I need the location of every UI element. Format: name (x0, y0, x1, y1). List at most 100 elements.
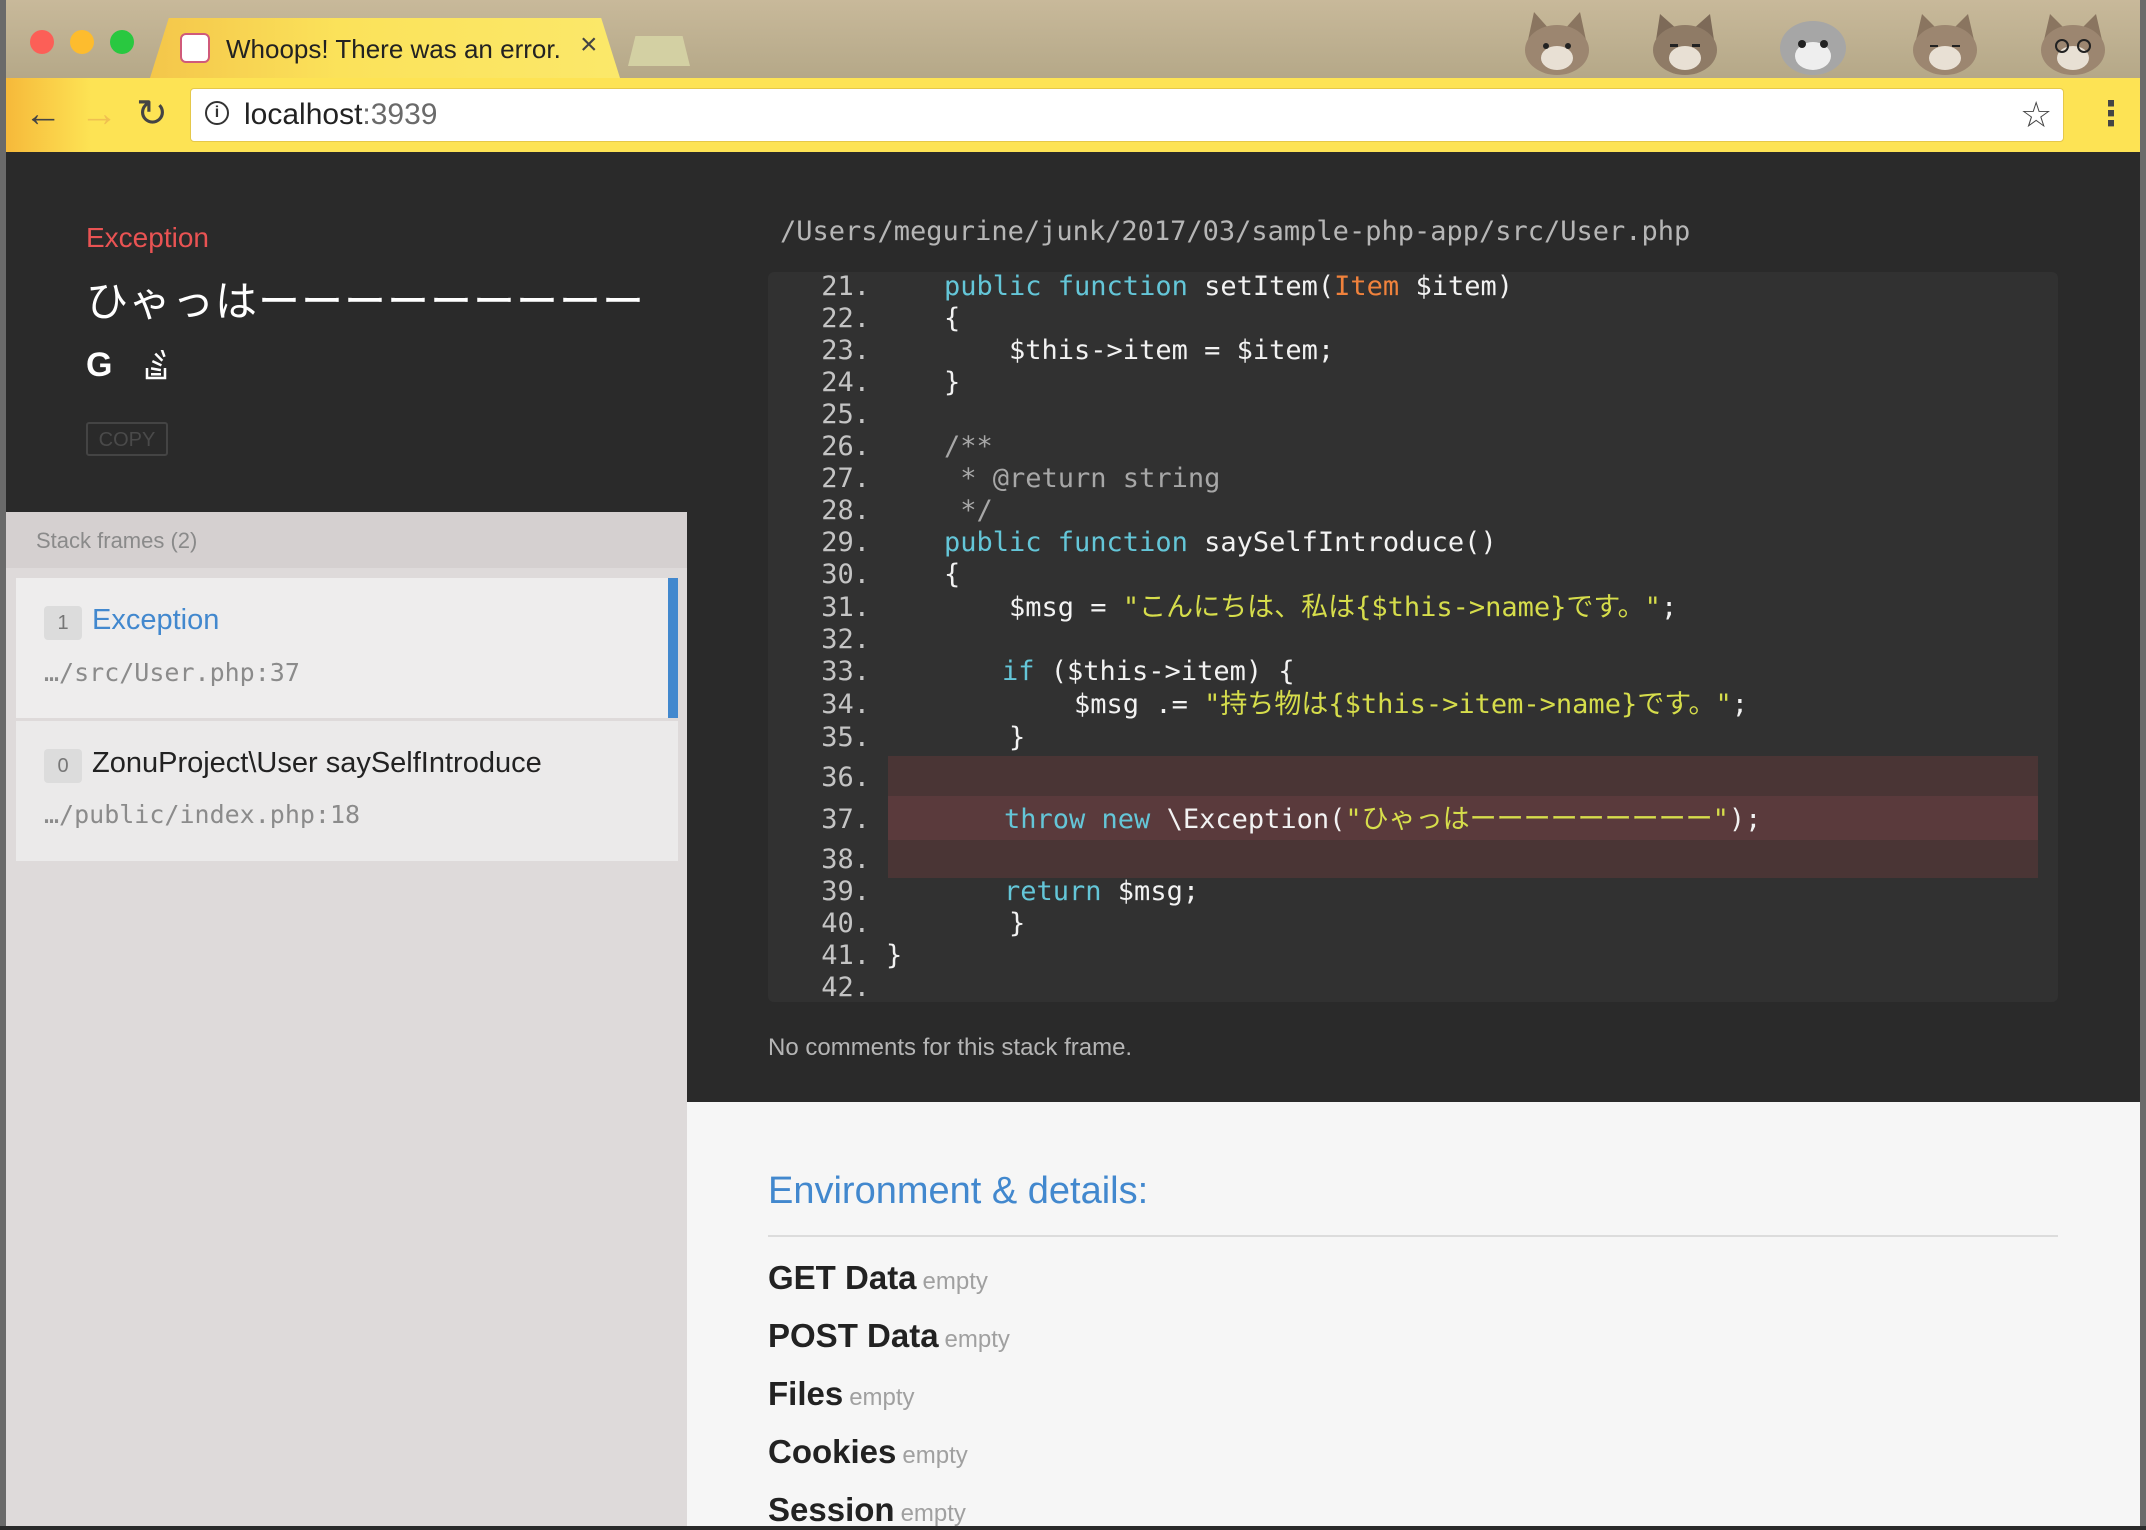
back-arrow-icon[interactable]: ← (24, 92, 62, 136)
frame-number: 0 (44, 749, 82, 783)
exception-header-panel (6, 152, 687, 512)
frame-number: 1 (44, 606, 82, 640)
frame-class[interactable]: ZonuProject\User saySelfIntroduce (92, 747, 542, 780)
no-comments-text: No comments for this stack frame. (768, 1034, 1133, 1061)
code-line-30: { (944, 559, 961, 590)
code-line-37: throw new \Exception("ひゃっはーーーーーーーーー"); (1004, 804, 1762, 835)
new-tab-button[interactable] (628, 36, 690, 66)
line-number: 25. (821, 399, 870, 430)
code-line-29: public function saySelfIntroduce() (944, 527, 1497, 558)
line-number: 29. (821, 527, 870, 558)
google-search-icon[interactable]: G (86, 346, 112, 385)
line-number: 40. (821, 908, 870, 939)
code-line-31: $msg = "こんにちは、私は{$this->name}です。"; (944, 592, 1678, 623)
line-number: 22. (821, 303, 870, 334)
forward-arrow-icon[interactable]: → (80, 92, 118, 136)
active-frame-indicator (668, 578, 678, 718)
code-line-23: $this->item = $item; (944, 335, 1335, 366)
env-row-cookies: Cookies empty (768, 1433, 968, 1471)
line-number: 41. (821, 940, 870, 971)
address-bar[interactable] (190, 88, 2064, 142)
copy-button[interactable]: COPY (86, 422, 168, 456)
zoom-window-button[interactable] (110, 30, 134, 54)
env-row-name: Files (768, 1375, 844, 1412)
file-path[interactable]: /Users/megurine/junk/2017/03/sample-php-… (780, 216, 1690, 247)
stack-frame-1[interactable] (16, 578, 678, 718)
line-number: 32. (821, 624, 870, 655)
code-viewer (768, 272, 2058, 1002)
line-number: 26. (821, 431, 870, 462)
line-number: 35. (821, 722, 870, 753)
stackoverflow-icon[interactable] (143, 350, 171, 380)
line-number: 37. (821, 804, 870, 835)
exception-class: Exception (86, 222, 209, 253)
env-row-name: Session (768, 1491, 895, 1528)
line-number: 33. (821, 656, 870, 687)
line-number: 31. (821, 592, 870, 623)
theme-cat-icon (1525, 12, 1589, 75)
env-row-name: Cookies (768, 1433, 897, 1470)
code-line-35: } (944, 722, 1026, 753)
line-number: 24. (821, 367, 870, 398)
line-number: 21. (821, 271, 870, 302)
line-number: 42. (821, 972, 870, 1003)
code-line-22: { (944, 303, 961, 334)
highlight-context-above (888, 756, 2038, 796)
line-number: 28. (821, 495, 870, 526)
reload-icon[interactable]: ↻ (136, 92, 168, 136)
url-port: :3939 (362, 98, 438, 131)
line-number: 27. (821, 463, 870, 494)
env-row-name: GET Data (768, 1259, 917, 1296)
env-row-files: Files empty (768, 1375, 915, 1413)
env-row-value: empty (902, 1442, 968, 1469)
env-row-session: Session empty (768, 1491, 966, 1529)
theme-cat-icon (1913, 14, 1977, 75)
code-line-41: } (886, 940, 903, 971)
env-row-get: GET Data empty (768, 1259, 988, 1297)
line-number: 36. (821, 762, 870, 793)
url-host: localhost (244, 98, 363, 131)
stack-frame-0[interactable] (16, 721, 678, 861)
env-row-post: POST Data empty (768, 1317, 1010, 1355)
line-number: 39. (821, 876, 870, 907)
theme-cat-icon (1780, 21, 1846, 75)
code-line-40: } (944, 908, 1026, 939)
stack-frames-title: Stack frames (2) (36, 528, 198, 553)
code-line-26: /** (944, 431, 993, 462)
line-number: 30. (821, 559, 870, 590)
line-number: 38. (821, 844, 870, 875)
code-line-33: if ($this->item) { (1002, 656, 1295, 687)
tab-title: Whoops! There was an error. (226, 34, 561, 64)
code-line-24: } (944, 367, 961, 398)
code-line-21: public function setItem(Item $item) (944, 271, 1513, 302)
env-row-name: POST Data (768, 1317, 939, 1354)
close-window-button[interactable] (30, 30, 54, 54)
frame-class[interactable]: Exception (92, 604, 219, 637)
tab-favicon-icon (180, 33, 210, 63)
address-url[interactable]: localhost:3939 (244, 98, 437, 132)
theme-cat-icon (1653, 14, 1717, 75)
environment-title: Environment & details: (768, 1170, 1149, 1212)
frame-file: …/public/index.php:18 (44, 800, 361, 829)
exception-message: ひゃっはーーーーーーーーー (86, 278, 646, 325)
theme-cat-icon (2041, 14, 2105, 75)
env-row-value: empty (944, 1326, 1010, 1353)
window-bottom-edge (0, 1526, 2146, 1530)
environment-divider (768, 1235, 2058, 1237)
env-row-value: empty (849, 1384, 915, 1411)
code-line-28: */ (944, 495, 993, 526)
browser-menu-icon[interactable]: ⋮ (2094, 94, 2128, 134)
tab-close-icon[interactable]: × (580, 30, 598, 60)
frame-file: …/src/User.php:37 (44, 658, 300, 687)
line-number: 34. (821, 689, 870, 720)
code-line-39: return $msg; (1004, 876, 1200, 907)
code-line-34: $msg .= "持ち物は{$this->item->name}です。"; (944, 689, 1749, 720)
line-number: 23. (821, 335, 870, 366)
highlight-context-below (888, 840, 2038, 878)
bookmark-star-icon[interactable]: ☆ (2020, 94, 2052, 136)
env-row-value: empty (922, 1268, 988, 1295)
env-row-value: empty (900, 1500, 966, 1527)
site-info-icon[interactable]: i (205, 101, 229, 125)
minimize-window-button[interactable] (70, 30, 94, 54)
code-line-27: * @return string (944, 463, 1221, 494)
